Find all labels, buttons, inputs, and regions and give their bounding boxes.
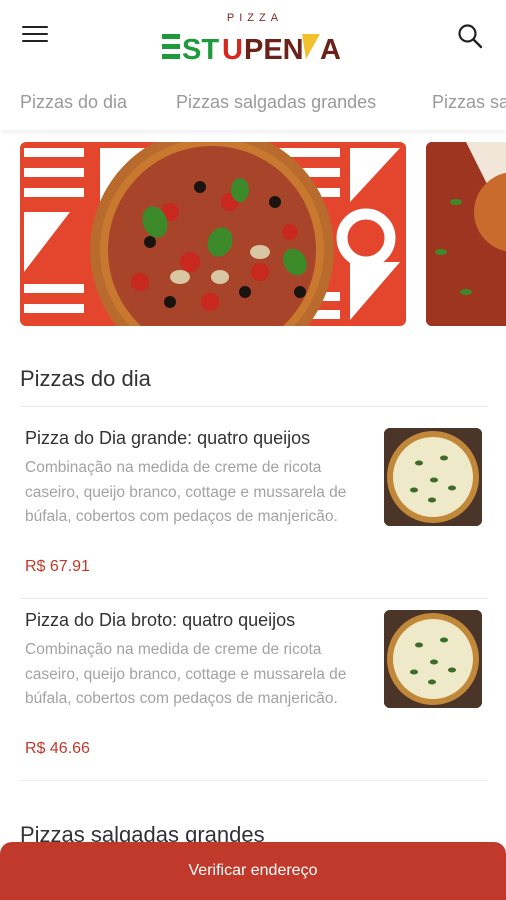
hamburger-icon[interactable] <box>22 26 48 46</box>
svg-text:A: A <box>320 34 341 64</box>
tab-pizzas-salgadas-broto[interactable]: Pizzas salgadas broto <box>432 92 506 113</box>
menu-item[interactable]: Pizza do Dia broto: quatro queijos Combi… <box>20 590 488 774</box>
item-image <box>384 428 482 526</box>
svg-text:U: U <box>222 34 243 64</box>
tab-pizzas-salgadas-grandes[interactable]: Pizzas salgadas grandes <box>176 92 376 113</box>
item-price: R$ 46.66 <box>25 740 90 757</box>
promo-banner-2[interactable] <box>426 142 506 326</box>
item-description: Combinação na medida de creme de ricota … <box>25 459 347 525</box>
logo-top-text: PIZZA <box>226 12 284 24</box>
item-description: Combinação na medida de creme de ricota … <box>25 641 347 707</box>
item-divider <box>20 780 488 781</box>
svg-text:ST: ST <box>182 34 219 64</box>
item-name: Pizza do Dia broto: quatro queijos <box>25 610 296 630</box>
section-title-pizzas-do-dia: Pizzas do dia <box>20 366 151 391</box>
tab-pizzas-do-dia[interactable]: Pizzas do dia <box>20 92 127 113</box>
item-name: Pizza do Dia grande: quatro queijos <box>25 428 311 448</box>
svg-text:PEN: PEN <box>244 34 304 64</box>
item-image <box>384 610 482 708</box>
verify-address-button[interactable]: Verificar endereço <box>0 842 506 900</box>
item-price: R$ 67.91 <box>25 558 90 575</box>
brand-logo: PIZZA ST U PEN A <box>160 12 350 64</box>
app-header: PIZZA ST U PEN A <box>0 0 506 76</box>
promo-banner[interactable] <box>20 142 406 326</box>
category-tabs: Pizzas do dia Pizzas salgadas grandes Pi… <box>0 76 506 130</box>
section-divider <box>20 406 488 407</box>
search-icon[interactable] <box>456 22 484 50</box>
menu-item[interactable]: Pizza do Dia grande: quatro queijos Comb… <box>20 408 488 592</box>
logo-wordmark: ST U PEN A <box>162 34 341 64</box>
banner-carousel[interactable] <box>20 142 506 328</box>
